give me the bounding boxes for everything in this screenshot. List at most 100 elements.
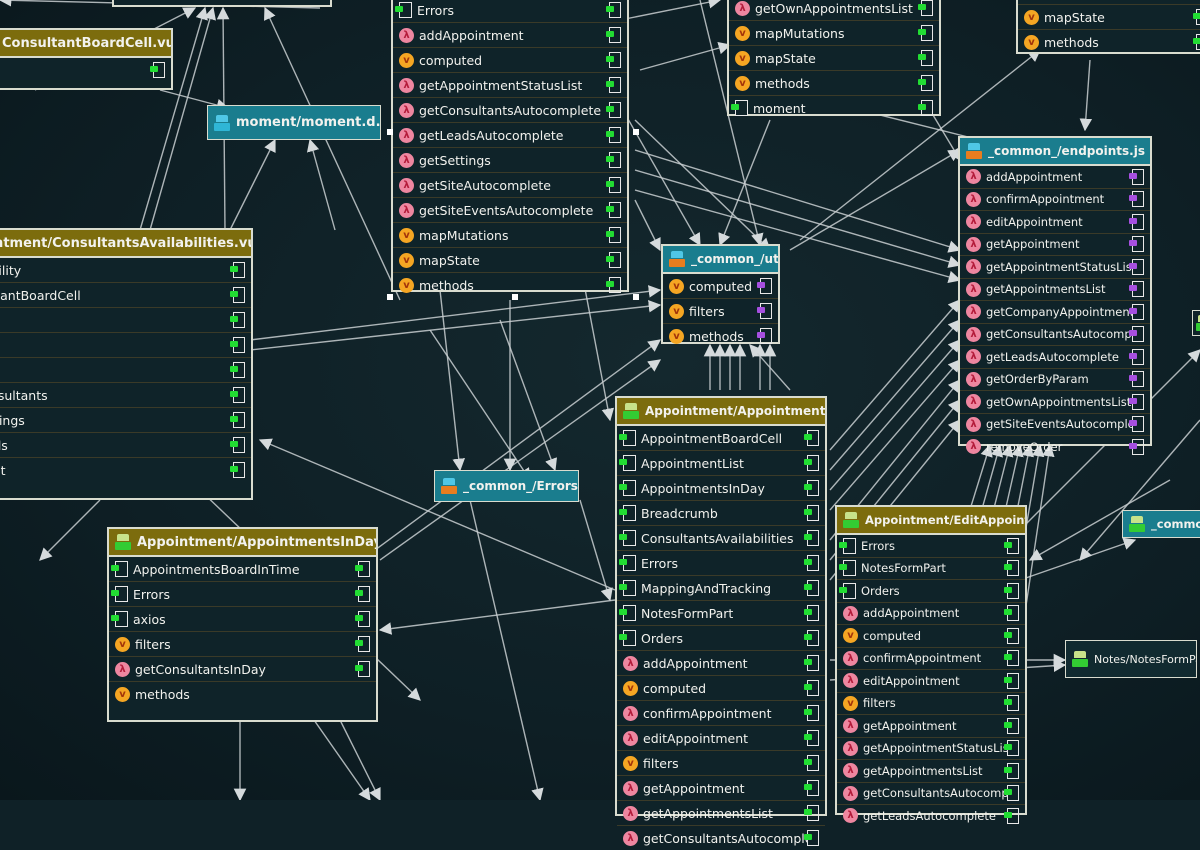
- member-row[interactable]: filters: [0, 358, 251, 383]
- resize-handle[interactable]: [633, 294, 639, 300]
- export-port-icon[interactable]: [355, 586, 370, 602]
- resize-handle[interactable]: [512, 294, 518, 300]
- node-appointment[interactable]: Appointment/Appointment.vue AppointmentB…: [615, 396, 827, 846]
- member-row[interactable]: λ getConsultantsAutocomplete: [617, 826, 825, 850]
- export-port-icon[interactable]: [1129, 236, 1144, 253]
- export-port-icon[interactable]: [606, 277, 621, 293]
- export-port-icon[interactable]: [606, 152, 621, 168]
- export-port-icon[interactable]: [1129, 326, 1144, 343]
- node-top-center[interactable]: Errors λ addAppointment v computed λ getAppoin…: [391, 0, 629, 293]
- export-port-icon[interactable]: [804, 780, 819, 796]
- member-row[interactable]: v mapMutations: [393, 223, 627, 248]
- export-port-icon[interactable]: [230, 262, 245, 278]
- export-port-icon[interactable]: [150, 62, 165, 78]
- export-port-icon[interactable]: [918, 0, 933, 16]
- member-row[interactable]: λ getSiteAutocomplete: [393, 173, 627, 198]
- export-port-icon[interactable]: [804, 530, 819, 546]
- export-port-icon[interactable]: [230, 312, 245, 328]
- node-common-ma[interactable]: _common_/Ma: [1122, 510, 1200, 538]
- node-top-right-b[interactable]: vmapMutationsvmapStatevmethods: [1016, 0, 1200, 54]
- export-port-icon[interactable]: [1004, 627, 1019, 644]
- node-edit-appointment[interactable]: Appointment/EditAppointment.vue Errors No…: [835, 505, 1027, 824]
- export-port-icon[interactable]: [606, 52, 621, 68]
- member-row[interactable]: moment: [0, 458, 251, 482]
- resize-handle[interactable]: [387, 294, 393, 300]
- member-row[interactable]: λ getSiteEventsAutocomplete: [393, 198, 627, 223]
- member-row[interactable]: λ addAppointment: [617, 651, 825, 676]
- node-appointments-in-day[interactable]: Appointment/AppointmentsInDay.vue Appoin…: [107, 527, 378, 722]
- member-row[interactable]: axios: [109, 607, 376, 632]
- export-port-icon[interactable]: [1004, 807, 1019, 824]
- node-util[interactable]: _common_/util.js vcomputedvfiltersvmetho…: [661, 244, 780, 344]
- member-row[interactable]: MappingAndTracking: [617, 576, 825, 601]
- export-port-icon[interactable]: [1004, 582, 1019, 599]
- member-row[interactable]: λ getAppointmentsList: [837, 760, 1025, 783]
- member-row[interactable]: ConsultantBoardCell: [0, 283, 251, 308]
- member-row[interactable]: moment: [729, 96, 939, 120]
- member-row[interactable]: v methods: [663, 324, 778, 348]
- export-port-icon[interactable]: [804, 455, 819, 471]
- node-consultant-board-cell[interactable]: ConsultantBoardCell.vue: [0, 28, 173, 90]
- export-port-icon[interactable]: [1129, 348, 1144, 365]
- member-row[interactable]: λ getLeadsAutocomplete: [837, 805, 1025, 827]
- node-top-right-a[interactable]: λ getOwnAppointmentsList v mapMutations v map…: [727, 0, 941, 116]
- export-port-icon[interactable]: [355, 661, 370, 677]
- member-row[interactable]: λ getConsultantsAutocomplete: [960, 324, 1150, 346]
- node-consultants-availabilities[interactable]: Appointment/ConsultantsAvailabilities.vu…: [0, 228, 253, 500]
- member-row[interactable]: AppointmentBoardCell: [617, 426, 825, 451]
- node-moment[interactable]: moment/moment.d.ts: [207, 105, 381, 140]
- export-port-icon[interactable]: [606, 102, 621, 118]
- export-port-icon[interactable]: [1004, 672, 1019, 689]
- member-row[interactable]: methods: [0, 433, 251, 458]
- member-row[interactable]: λ confirmAppointment: [617, 701, 825, 726]
- export-port-icon[interactable]: [804, 655, 819, 671]
- export-port-icon[interactable]: [1193, 9, 1200, 25]
- member-row[interactable]: axios: [0, 333, 251, 358]
- export-port-icon[interactable]: [1129, 438, 1144, 455]
- member-row[interactable]: v computed: [617, 676, 825, 701]
- export-port-icon[interactable]: [606, 202, 621, 218]
- member-row[interactable]: NotesFormPart: [617, 601, 825, 626]
- member-row[interactable]: v methods: [109, 682, 376, 706]
- member-row[interactable]: v computed: [837, 625, 1025, 648]
- member-row[interactable]: λ getConsultantsAutocomplete: [837, 783, 1025, 805]
- export-port-icon[interactable]: [606, 252, 621, 268]
- export-port-icon[interactable]: [1004, 785, 1019, 802]
- export-port-icon[interactable]: [1129, 393, 1144, 410]
- export-port-icon[interactable]: [1129, 281, 1144, 298]
- member-row[interactable]: λ editAppointment: [960, 211, 1150, 234]
- export-port-icon[interactable]: [230, 287, 245, 303]
- member-row[interactable]: λ getAppointmentsList: [617, 801, 825, 826]
- member-row[interactable]: NotesFormPart: [837, 558, 1025, 580]
- export-port-icon[interactable]: [804, 730, 819, 746]
- export-port-icon[interactable]: [606, 27, 621, 43]
- member-row[interactable]: Errors: [617, 551, 825, 576]
- member-row[interactable]: λ getAppointment: [617, 776, 825, 801]
- node-row[interactable]: [0, 58, 171, 82]
- node-endpoints[interactable]: _common_/endpoints.js λ addAppointment λ co…: [958, 136, 1152, 455]
- export-port-icon[interactable]: [918, 50, 933, 66]
- export-port-icon[interactable]: [355, 611, 370, 627]
- member-row[interactable]: λ getOwnAppointmentsList: [960, 391, 1150, 414]
- export-port-icon[interactable]: [1193, 34, 1200, 50]
- export-port-icon[interactable]: [230, 437, 245, 453]
- member-row[interactable]: v methods: [393, 273, 627, 297]
- export-port-icon[interactable]: [804, 680, 819, 696]
- member-row[interactable]: λ getOrderByParam: [960, 369, 1150, 391]
- export-port-icon[interactable]: [1129, 258, 1144, 275]
- member-row[interactable]: λ getAppointmentStatusList: [837, 738, 1025, 760]
- member-row[interactable]: AppointmentList: [617, 451, 825, 476]
- export-port-icon[interactable]: [1129, 191, 1144, 208]
- member-row[interactable]: ConsultantsAvailabilities: [617, 526, 825, 551]
- member-row[interactable]: getConsultants: [0, 383, 251, 408]
- export-port-icon[interactable]: [230, 362, 245, 378]
- export-port-icon[interactable]: [918, 100, 933, 116]
- diagram-canvas[interactable]: ConsultantBoardCell.vue moment/moment.d.…: [0, 0, 1200, 846]
- export-port-icon[interactable]: [606, 2, 621, 18]
- member-row[interactable]: λ getCompanyAppointmentsList: [960, 301, 1150, 324]
- member-row[interactable]: getSettings: [0, 408, 251, 433]
- export-port-icon[interactable]: [1004, 560, 1019, 577]
- export-port-icon[interactable]: [230, 337, 245, 353]
- member-row[interactable]: v methods: [1018, 30, 1200, 54]
- export-port-icon[interactable]: [918, 25, 933, 41]
